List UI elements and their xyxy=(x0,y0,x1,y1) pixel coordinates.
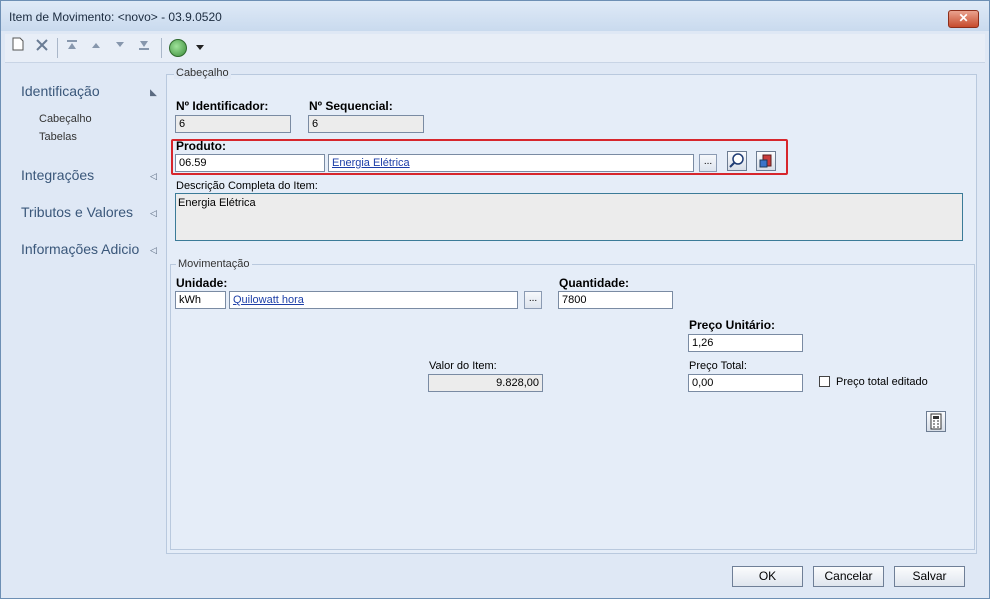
valor-item-label: Valor do Item: xyxy=(429,360,497,372)
collapsed-arrow-icon[interactable]: ◁ xyxy=(150,208,157,219)
collapsed-arrow-icon[interactable]: ◁ xyxy=(150,245,157,256)
toolbar-separator xyxy=(161,38,162,58)
next-record-icon[interactable] xyxy=(111,37,129,57)
calculator-icon[interactable] xyxy=(926,411,946,432)
toolbar xyxy=(5,34,985,63)
descricao-label: Descrição Completa do Item: xyxy=(176,180,318,192)
save-button[interactable]: Salvar xyxy=(894,566,965,587)
id-label: Nº Identificador: xyxy=(176,99,269,113)
preco-unitario-field[interactable]: 1,26 xyxy=(688,334,803,352)
delete-icon[interactable] xyxy=(33,37,51,57)
unidade-name-link[interactable]: Quilowatt hora xyxy=(233,294,304,306)
produto-label: Produto: xyxy=(176,139,226,153)
window-title: Item de Movimento: <novo> - 03.9.0520 xyxy=(9,10,222,24)
preco-total-label: Preço Total: xyxy=(689,360,747,372)
preco-unitario-label: Preço Unitário: xyxy=(689,318,776,332)
globe-icon[interactable] xyxy=(169,39,187,57)
quantidade-label: Quantidade: xyxy=(559,276,630,290)
dropdown-arrow-icon[interactable] xyxy=(191,37,209,57)
seq-label: Nº Sequencial: xyxy=(309,99,393,113)
previous-record-icon[interactable] xyxy=(87,37,105,57)
produto-code-field[interactable]: 06.59 xyxy=(175,154,325,172)
ok-button[interactable]: OK xyxy=(732,566,803,587)
quantidade-field[interactable]: 7800 xyxy=(558,291,673,309)
preco-total-editado-label: Preço total editado xyxy=(836,376,928,388)
nav-section-tributos[interactable]: Tributos e Valores xyxy=(21,204,133,220)
toolbar-separator xyxy=(57,38,58,58)
nav-section-informacoes[interactable]: Informações Adicio xyxy=(21,241,139,257)
nav-section-identificacao[interactable]: Identificação xyxy=(21,83,100,99)
left-navigation: Identificação ◣ Cabeçalho Tabelas Integr… xyxy=(5,63,163,597)
id-field[interactable]: 6 xyxy=(175,115,291,133)
new-document-icon[interactable] xyxy=(9,37,27,57)
produto-name-field[interactable]: Energia Elétrica xyxy=(328,154,694,172)
title-bar: Item de Movimento: <novo> - 03.9.0520 ✕ xyxy=(1,1,989,31)
unidade-code-field[interactable]: kWh xyxy=(175,291,226,309)
produto-details-icon[interactable] xyxy=(756,151,776,171)
valor-item-field: 9.828,00 xyxy=(428,374,543,392)
nav-item-tabelas[interactable]: Tabelas xyxy=(39,131,77,143)
movimentacao-title: Movimentação xyxy=(176,258,252,270)
produto-lookup-button[interactable]: ... xyxy=(699,154,717,172)
produto-name-link[interactable]: Energia Elétrica xyxy=(332,157,410,169)
preco-total-editado-checkbox[interactable] xyxy=(819,376,830,387)
last-record-icon[interactable] xyxy=(135,37,153,57)
first-record-icon[interactable] xyxy=(63,37,81,57)
close-button[interactable]: ✕ xyxy=(948,10,979,28)
nav-section-integracoes[interactable]: Integrações xyxy=(21,167,94,183)
cabecalho-title: Cabeçalho xyxy=(174,67,231,79)
preco-total-field[interactable]: 0,00 xyxy=(688,374,803,392)
descricao-textarea[interactable]: Energia Elétrica xyxy=(175,193,963,241)
seq-field[interactable]: 6 xyxy=(308,115,424,133)
nav-item-cabecalho[interactable]: Cabeçalho xyxy=(39,113,92,125)
unidade-lookup-button[interactable]: ... xyxy=(524,291,542,309)
collapsed-arrow-icon[interactable]: ◁ xyxy=(150,171,157,182)
produto-search-icon[interactable] xyxy=(727,151,747,171)
unidade-label: Unidade: xyxy=(176,276,228,290)
cancel-button[interactable]: Cancelar xyxy=(813,566,884,587)
expanded-arrow-icon[interactable]: ◣ xyxy=(150,87,157,98)
unidade-name-field[interactable]: Quilowatt hora xyxy=(229,291,518,309)
